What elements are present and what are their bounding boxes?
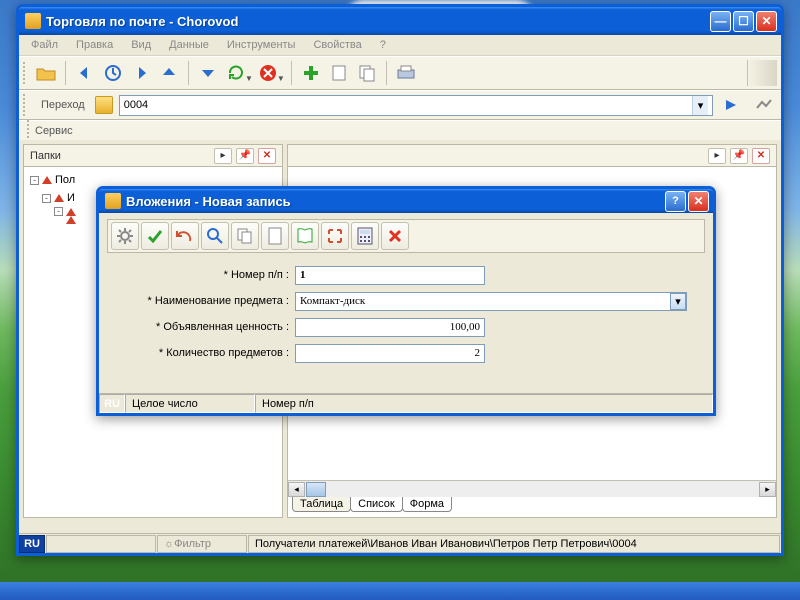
dialog-titlebar[interactable]: Вложения - Новая запись ? ✕ — [99, 189, 713, 213]
add-icon[interactable] — [298, 60, 324, 86]
input-declared[interactable] — [295, 318, 485, 337]
delete-icon[interactable] — [381, 222, 409, 250]
up-icon[interactable] — [156, 60, 182, 86]
main-toolbar: ▼ ▼ — [19, 56, 781, 90]
tree-row-0[interactable]: Пол — [55, 171, 75, 189]
app-icon — [25, 13, 41, 29]
folders-header: Папки ▸ 📌 ✕ — [24, 145, 282, 167]
search-icon[interactable] — [201, 222, 229, 250]
copy-icon[interactable] — [231, 222, 259, 250]
gear-icon[interactable] — [111, 222, 139, 250]
data-panel-pin-icon[interactable]: 📌 — [730, 148, 748, 164]
nav-address-field[interactable]: 0004 ▾ — [119, 95, 713, 116]
tab-form[interactable]: Форма — [402, 497, 452, 512]
menu-edit[interactable]: Правка — [68, 37, 121, 53]
dialog-status-cell2: Номер п/п — [255, 394, 713, 413]
open-icon[interactable] — [33, 60, 59, 86]
panel-close-icon[interactable]: ✕ — [258, 148, 276, 164]
undo-icon[interactable] — [171, 222, 199, 250]
clock-icon[interactable] — [100, 60, 126, 86]
dialog-form: * Номер п/п : * Наименование предмета : … — [107, 253, 705, 371]
main-titlebar[interactable]: Торговля по почте - Chorovod — ☐ ✕ — [19, 7, 781, 35]
dialog-icon — [105, 193, 121, 209]
menu-data[interactable]: Данные — [161, 37, 217, 53]
dialog-title: Вложения - Новая запись — [126, 194, 665, 209]
dialog-statusbar: RU Целое число Номер п/п — [99, 393, 713, 413]
forward-icon[interactable] — [128, 60, 154, 86]
dialog-close-button[interactable]: ✕ — [688, 191, 709, 212]
navigation-bar: Переход 0004 ▾ — [19, 90, 781, 120]
data-panel-toggle-icon[interactable]: ▸ — [708, 148, 726, 164]
copy-icon[interactable] — [354, 60, 380, 86]
dialog-help-button[interactable]: ? — [665, 191, 686, 212]
status-filter[interactable]: ☼ Фильтр — [157, 535, 247, 553]
scroll-right-icon[interactable]: ▸ — [759, 482, 776, 497]
input-seq[interactable] — [295, 266, 485, 285]
new-icon[interactable] — [326, 60, 352, 86]
attachments-dialog: Вложения - Новая запись ? ✕ * Номер п/п … — [96, 186, 716, 416]
nav-label: Переход — [37, 99, 89, 111]
status-path: Получатели платежей\Иванов Иван Иванович… — [248, 535, 780, 553]
calculator-icon[interactable] — [351, 222, 379, 250]
down-icon[interactable] — [195, 60, 221, 86]
label-declared: * Объявленная ценность : — [113, 321, 295, 333]
lang-indicator[interactable]: RU — [19, 535, 45, 553]
input-name[interactable] — [295, 292, 687, 311]
horizontal-scrollbar[interactable]: ◂ ▸ — [288, 480, 776, 497]
menu-help[interactable]: ? — [372, 37, 394, 53]
service-label: Сервис — [35, 125, 73, 137]
scroll-left-icon[interactable]: ◂ — [288, 482, 305, 497]
main-title: Торговля по почте - Chorovod — [46, 14, 710, 29]
page-icon[interactable] — [261, 222, 289, 250]
label-name: * Наименование предмета : — [113, 295, 295, 307]
dialog-status-cell1: Целое число — [125, 394, 255, 413]
service-bar[interactable]: Сервис — [19, 120, 781, 140]
label-seq: * Номер п/п : — [113, 269, 295, 281]
nav-scan-icon[interactable] — [751, 92, 777, 118]
nav-go-icon[interactable] — [719, 92, 745, 118]
dialog-toolbar — [107, 219, 705, 253]
panel-pin-icon[interactable]: 📌 — [236, 148, 254, 164]
tab-table[interactable]: Таблица — [292, 497, 351, 512]
menu-props[interactable]: Свойства — [305, 37, 369, 53]
tab-list[interactable]: Список — [350, 497, 403, 512]
input-qty[interactable] — [295, 344, 485, 363]
back-icon[interactable] — [72, 60, 98, 86]
dialog-lang-indicator[interactable]: RU — [99, 394, 125, 413]
scroll-thumb[interactable] — [306, 482, 326, 497]
close-button[interactable]: ✕ — [756, 11, 777, 32]
nav-address-value: 0004 — [124, 99, 148, 111]
view-tabs: Таблица Список Форма — [288, 497, 776, 517]
minimize-button[interactable]: — — [710, 11, 731, 32]
maximize-button[interactable]: ☐ — [733, 11, 754, 32]
folders-header-label: Папки — [30, 150, 61, 162]
windows-taskbar[interactable] — [0, 582, 800, 600]
name-dropdown-button[interactable]: ▾ — [670, 293, 686, 310]
menu-view[interactable]: Вид — [123, 37, 159, 53]
menubar[interactable]: Файл Правка Вид Данные Инструменты Свойс… — [19, 35, 781, 56]
accept-icon[interactable] — [141, 222, 169, 250]
expand-icon[interactable] — [321, 222, 349, 250]
main-statusbar: RU ☼ Фильтр Получатели платежей\Иванов И… — [19, 533, 781, 553]
tree-row-1[interactable]: И — [67, 189, 75, 207]
menu-tools[interactable]: Инструменты — [219, 37, 304, 53]
nav-box-icon — [95, 96, 113, 114]
book-icon[interactable] — [291, 222, 319, 250]
data-panel-close-icon[interactable]: ✕ — [752, 148, 770, 164]
nav-dropdown-button[interactable]: ▾ — [692, 96, 708, 115]
label-qty: * Количество предметов : — [113, 347, 295, 359]
print-icon[interactable] — [393, 60, 419, 86]
panel-toggle-icon[interactable]: ▸ — [214, 148, 232, 164]
menu-file[interactable]: Файл — [23, 37, 66, 53]
